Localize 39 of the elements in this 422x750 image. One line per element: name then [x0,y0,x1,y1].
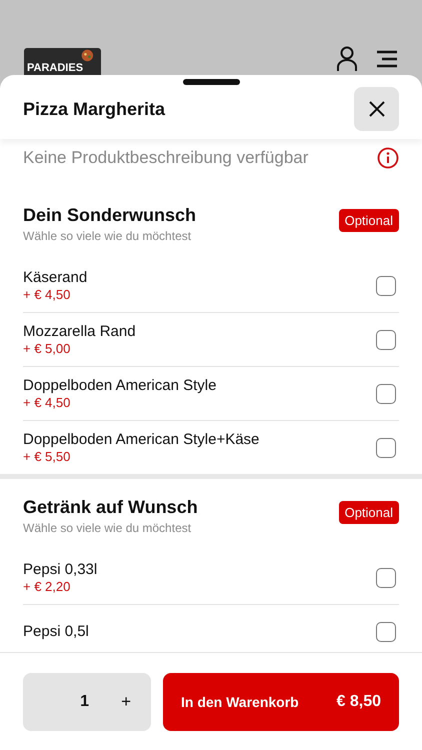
menu-icon[interactable] [376,50,398,68]
option-name: Doppelboden American Style [23,377,218,394]
product-title: Pizza Margherita [23,98,166,120]
option-name: Käserand [23,269,88,286]
checkbox[interactable] [376,622,396,642]
checkbox[interactable] [376,568,396,588]
option-price: + € 2,20 [23,579,72,594]
quantity-value: 1 [80,692,90,710]
optional-badge: Optional [338,501,399,524]
close-button[interactable] [354,87,399,131]
checkbox[interactable] [376,330,396,350]
cart-label: In den Warenkorb [181,694,299,710]
option-price: + € 4,50 [23,287,72,302]
product-description: Keine Produktbeschreibung verfügbar [23,148,310,168]
option-price: + € 5,50 [23,449,72,464]
add-to-cart-button[interactable]: In den Warenkorb € 8,50 [163,672,399,730]
optional-badge: Optional [338,209,399,232]
checkbox[interactable] [376,438,396,458]
group-subtitle: Wähle so viele wie du möchtest [23,521,192,535]
option-name: Pepsi 0,33l [23,561,98,578]
user-icon[interactable] [336,46,358,72]
option-name: Pepsi 0,5l [23,623,90,640]
info-icon[interactable] [377,147,399,169]
option-name: Doppelboden American Style+Käse [23,431,260,448]
pizza-icon [81,49,95,62]
option-price: + € 4,50 [23,395,72,410]
option-price: + € 5,00 [23,341,72,356]
group-title: Getränk auf Wunsch [23,497,199,518]
increment-button[interactable]: + [119,692,133,712]
quantity-stepper[interactable]: 1 + [23,672,151,730]
close-icon [368,100,386,118]
checkbox[interactable] [376,384,396,404]
option-name: Mozzarella Rand [23,323,137,340]
drag-handle[interactable] [182,79,240,85]
checkbox[interactable] [376,276,396,296]
logo-text: PARADIES [26,62,84,75]
cart-price: € 8,50 [336,692,381,710]
group-title: Dein Sonderwunsch [23,205,198,226]
group-subtitle: Wähle so viele wie du möchtest [23,229,192,243]
